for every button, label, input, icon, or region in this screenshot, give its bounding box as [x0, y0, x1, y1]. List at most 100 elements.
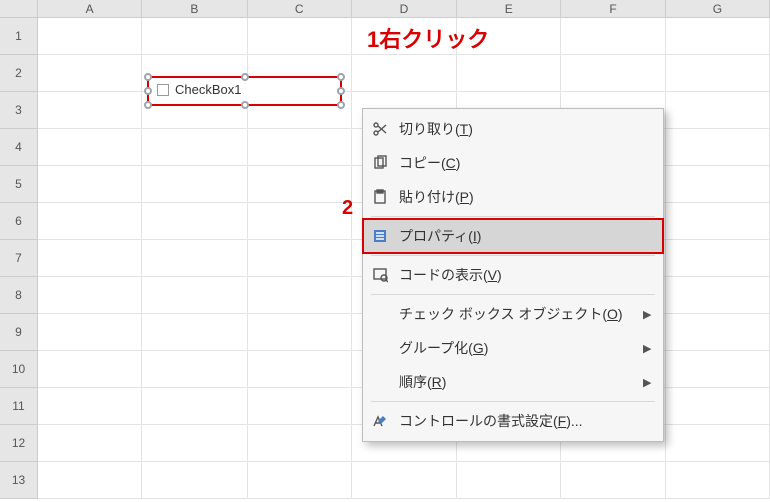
cell[interactable] — [142, 351, 247, 388]
cell[interactable] — [248, 166, 352, 203]
row-header[interactable]: 6 — [0, 203, 38, 240]
resize-handle[interactable] — [337, 73, 345, 81]
cell[interactable] — [666, 277, 770, 314]
cell[interactable] — [38, 314, 142, 351]
cell[interactable] — [38, 129, 142, 166]
cell[interactable] — [666, 314, 770, 351]
cell[interactable] — [142, 462, 247, 499]
row-header[interactable]: 11 — [0, 388, 38, 425]
cell[interactable] — [666, 240, 770, 277]
resize-handle[interactable] — [144, 101, 152, 109]
cell[interactable] — [142, 129, 247, 166]
column-header[interactable]: A — [38, 0, 142, 18]
cell[interactable] — [666, 462, 770, 499]
checkbox-control[interactable]: CheckBox1 — [147, 76, 342, 106]
row-header[interactable]: 9 — [0, 314, 38, 351]
cell[interactable] — [561, 18, 665, 55]
cell[interactable] — [38, 18, 142, 55]
menu-paste[interactable]: 貼り付け(P) — [363, 180, 663, 214]
clipboard-icon — [371, 188, 389, 206]
column-header[interactable]: F — [561, 0, 665, 18]
row-header[interactable]: 2 — [0, 55, 38, 92]
cell[interactable] — [352, 55, 457, 92]
menu-checkbox-object[interactable]: チェック ボックス オブジェクト(O) ▶ — [363, 297, 663, 331]
resize-handle[interactable] — [241, 101, 249, 109]
resize-handle[interactable] — [337, 101, 345, 109]
cell[interactable] — [666, 18, 770, 55]
row-header[interactable]: 5 — [0, 166, 38, 203]
cell[interactable] — [248, 351, 352, 388]
cell[interactable] — [248, 203, 352, 240]
select-all-corner[interactable] — [0, 0, 38, 18]
column-header[interactable]: G — [666, 0, 770, 18]
menu-view-code[interactable]: コードの表示(V) — [363, 258, 663, 292]
cell[interactable] — [248, 129, 352, 166]
spreadsheet-area: { "columns": ["A","B","C","D","E","F","G… — [0, 0, 770, 502]
menu-format-control[interactable]: コントロールの書式設定(F)... — [363, 404, 663, 438]
cell[interactable] — [457, 55, 561, 92]
cell[interactable] — [142, 425, 247, 462]
checkbox-icon — [157, 84, 169, 96]
menu-cut[interactable]: 切り取り(T) — [363, 112, 663, 146]
cell[interactable] — [142, 18, 247, 55]
cell[interactable] — [142, 314, 247, 351]
cell[interactable] — [666, 129, 770, 166]
resize-handle[interactable] — [337, 87, 345, 95]
row-header[interactable]: 3 — [0, 92, 38, 129]
row-header[interactable]: 1 — [0, 18, 38, 55]
cell[interactable] — [457, 462, 561, 499]
blank-icon — [371, 373, 389, 391]
cell[interactable] — [142, 388, 247, 425]
row-header[interactable]: 8 — [0, 277, 38, 314]
cell[interactable] — [352, 462, 457, 499]
column-header[interactable]: E — [457, 0, 561, 18]
cell[interactable] — [38, 388, 142, 425]
cell[interactable] — [248, 314, 352, 351]
menu-label: 順序(R) — [399, 372, 633, 392]
menu-properties[interactable]: プロパティ(I) — [363, 219, 663, 253]
menu-copy[interactable]: コピー(C) — [363, 146, 663, 180]
cell[interactable] — [561, 462, 665, 499]
cell[interactable] — [248, 240, 352, 277]
cell[interactable] — [561, 55, 665, 92]
cell[interactable] — [666, 425, 770, 462]
cell[interactable] — [38, 462, 142, 499]
resize-handle[interactable] — [144, 73, 152, 81]
menu-order[interactable]: 順序(R) ▶ — [363, 365, 663, 399]
cell[interactable] — [666, 388, 770, 425]
row-header[interactable]: 13 — [0, 462, 38, 499]
column-header[interactable]: C — [248, 0, 352, 18]
cell[interactable] — [248, 462, 352, 499]
cell[interactable] — [248, 277, 352, 314]
row-header[interactable]: 12 — [0, 425, 38, 462]
cell[interactable] — [248, 388, 352, 425]
cell[interactable] — [38, 277, 142, 314]
cell[interactable] — [666, 351, 770, 388]
cell[interactable] — [666, 166, 770, 203]
cell[interactable] — [38, 55, 142, 92]
cell[interactable] — [142, 203, 247, 240]
cell[interactable] — [38, 203, 142, 240]
row-header[interactable]: 4 — [0, 129, 38, 166]
cell[interactable] — [38, 92, 142, 129]
menu-group[interactable]: グループ化(G) ▶ — [363, 331, 663, 365]
code-icon — [371, 266, 389, 284]
cell[interactable] — [666, 55, 770, 92]
column-header[interactable]: D — [352, 0, 457, 18]
cell[interactable] — [248, 18, 352, 55]
cell[interactable] — [38, 166, 142, 203]
cell[interactable] — [142, 277, 247, 314]
cell[interactable] — [666, 203, 770, 240]
cell[interactable] — [38, 240, 142, 277]
column-header[interactable]: B — [142, 0, 247, 18]
cell[interactable] — [38, 425, 142, 462]
cell[interactable] — [142, 240, 247, 277]
row-header[interactable]: 10 — [0, 351, 38, 388]
resize-handle[interactable] — [144, 87, 152, 95]
row-header[interactable]: 7 — [0, 240, 38, 277]
cell[interactable] — [248, 425, 352, 462]
cell[interactable] — [142, 166, 247, 203]
cell[interactable] — [38, 351, 142, 388]
cell[interactable] — [666, 92, 770, 129]
resize-handle[interactable] — [241, 73, 249, 81]
